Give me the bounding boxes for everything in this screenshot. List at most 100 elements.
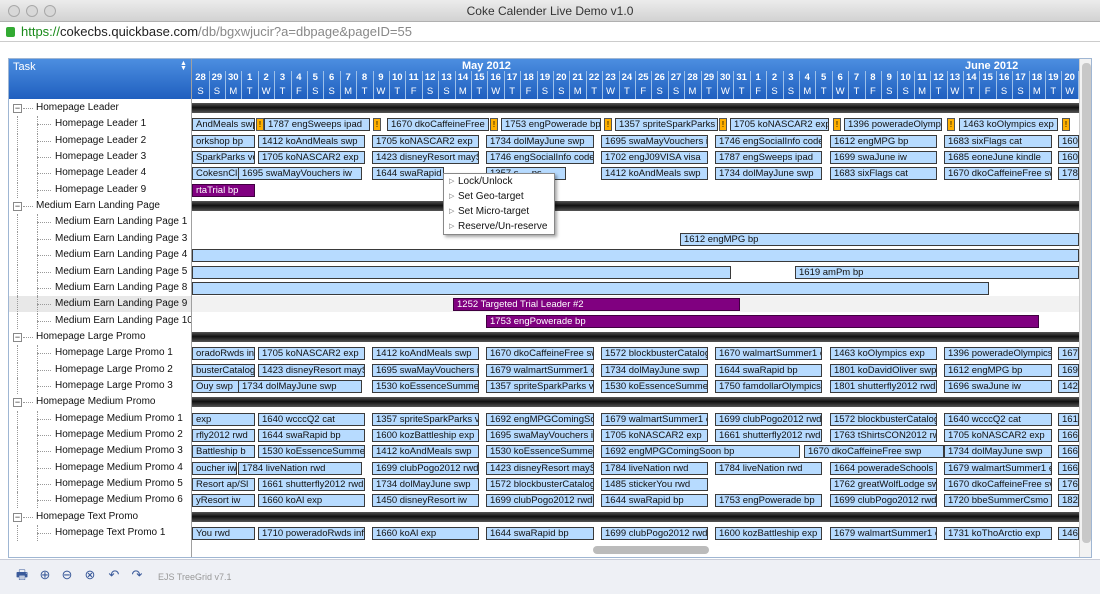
campaign-bar[interactable]: 1695 swaMayVouchers iw [372, 363, 479, 377]
task-row[interactable]: Homepage Medium Promo 6 [9, 492, 191, 509]
undo-icon[interactable]: ↶ [106, 567, 122, 583]
campaign-bar[interactable]: 1450 disneyResort iw [372, 494, 479, 508]
campaign-bar[interactable]: 1423 disneyResort mayS [372, 151, 479, 165]
campaign-bar[interactable]: 1695 [1058, 363, 1079, 377]
campaign-bar[interactable]: 1463 koOlympics exp [959, 118, 1058, 132]
task-row[interactable]: Medium Earn Landing Page 4 [9, 247, 191, 264]
campaign-bar[interactable]: 1663 [1058, 429, 1079, 442]
campaign-bar[interactable]: 1683 sixFlags cat [830, 167, 937, 181]
task-row[interactable]: Homepage Medium Promo 4 [9, 459, 191, 476]
campaign-bar[interactable]: 1763 tShirtsCON2012 rwd [830, 429, 937, 442]
campaign-bar[interactable] [192, 249, 1079, 263]
campaign-bar[interactable]: 1750 famdollarOlympics sv [715, 379, 822, 393]
campaign-bar[interactable]: 1734 dolMayJune swp [486, 134, 594, 148]
task-group-row[interactable]: − Homepage Leader [9, 100, 191, 116]
collapse-icon[interactable]: − [13, 104, 22, 113]
task-row[interactable]: Homepage Medium Promo 1 [9, 410, 191, 427]
task-row[interactable]: Homepage Text Promo 1 [9, 525, 191, 542]
campaign-bar[interactable]: 1705 koNASCAR2 exp [258, 347, 365, 361]
campaign-bar[interactable]: 1685 eoneJune kindle [944, 151, 1052, 165]
task-row[interactable]: Homepage Large Promo 1 [9, 345, 191, 362]
campaign-bar[interactable]: 1699 clubPogo2012 rwd [830, 494, 937, 508]
campaign-bar[interactable]: 1661 shutterfly2012 rwd [715, 429, 822, 442]
task-row[interactable]: Medium Earn Landing Page 5 [9, 263, 191, 280]
campaign-bar[interactable]: oucher iw [192, 461, 237, 475]
campaign-bar[interactable]: 1784 liveNation rwd [238, 461, 362, 475]
campaign-bar[interactable]: 1664 poweradeSchools s [830, 461, 937, 475]
lock-marker-icon[interactable]: ! [373, 118, 381, 132]
task-row[interactable]: Medium Earn Landing Page 10 [9, 312, 191, 329]
campaign-bar[interactable]: You rwd [192, 527, 255, 541]
campaign-bar[interactable]: SparkParks vc [192, 151, 255, 165]
collapse-icon[interactable]: − [13, 512, 22, 522]
campaign-bar[interactable]: 1396 poweradeOlymp [844, 118, 942, 132]
campaign-bar[interactable]: 1734 dolMayJune swp [715, 167, 822, 181]
campaign-bar[interactable]: busterCatalog [192, 363, 255, 377]
campaign-bar[interactable]: 1753 engPowerade bp [715, 494, 822, 508]
collapse-icon[interactable]: − [13, 398, 22, 408]
campaign-bar[interactable]: 1753 engPowerade bp [486, 314, 1039, 328]
campaign-bar[interactable]: 1705 koNASCAR2 exp [601, 429, 708, 442]
campaign-bar[interactable]: 1424 [1058, 379, 1079, 393]
campaign-bar[interactable]: 1699 clubPogo2012 rwd [486, 494, 594, 508]
print-icon[interactable]: 🖶 [14, 567, 30, 583]
task-row[interactable]: Homepage Leader 4 [9, 165, 191, 182]
campaign-bar[interactable]: 1423 disneyResort mayS [486, 461, 594, 475]
campaign-bar[interactable]: 1734 dolMayJune swp [944, 445, 1052, 459]
campaign-bar[interactable]: 1670 walmartSummer1 cl [715, 347, 822, 361]
task-row[interactable]: Homepage Leader 9 [9, 181, 191, 198]
campaign-bar[interactable]: 1640 wcccQ2 cat [944, 412, 1052, 426]
campaign-bar[interactable]: 1612 engMPG bp [944, 363, 1052, 377]
lock-marker-icon[interactable]: ! [490, 118, 498, 132]
campaign-bar[interactable]: 1695 swaMayVouchers iw [601, 134, 708, 148]
task-row[interactable]: Homepage Leader 3 [9, 149, 191, 166]
campaign-bar[interactable]: 1692 engMPGComingSo [486, 412, 594, 426]
campaign-bar[interactable]: orkshop bp [192, 134, 255, 148]
campaign-bar[interactable]: 1683 sixFlags cat [944, 134, 1052, 148]
campaign-bar[interactable]: Resort ap/Sl [192, 478, 255, 492]
campaign-bar[interactable]: 1412 koAndMeals swp [601, 167, 708, 181]
campaign-bar[interactable]: 1784 liveNation rwd [715, 461, 822, 475]
campaign-bar[interactable]: 1463 koOlympics exp [830, 347, 937, 361]
campaign-bar[interactable]: 1670 dkoCaffeineFree sw [944, 167, 1052, 181]
campaign-bar[interactable]: 1679 walmartSummer1 cl [486, 363, 594, 377]
lock-marker-icon[interactable]: ! [719, 118, 727, 132]
campaign-bar[interactable]: 1530 koEssenceSummer [601, 379, 708, 393]
campaign-bar[interactable]: 1670 dkoCaffeineFree sw [486, 347, 594, 361]
task-row[interactable]: Homepage Medium Promo 2 [9, 427, 191, 443]
campaign-bar[interactable]: 1679 walmartSummer1 el [830, 527, 937, 541]
vertical-scrollbar-thumb[interactable] [1082, 63, 1091, 543]
campaign-bar[interactable]: 1530 koEssenceSummer [486, 445, 594, 459]
campaign-bar[interactable]: 1644 swaRapid bp [258, 429, 365, 442]
campaign-bar[interactable]: 1644 swaRapid bp [372, 167, 444, 181]
campaign-bar[interactable]: 1705 koNASCAR2 exp [944, 429, 1052, 442]
task-group-row[interactable]: − Homepage Medium Promo [9, 394, 191, 410]
campaign-bar[interactable]: 1640 wcccQ2 cat [258, 412, 365, 426]
campaign-bar[interactable]: 1801 koDavidOliver swp [830, 363, 937, 377]
horizontal-scrollbar-thumb[interactable] [593, 546, 709, 554]
task-row[interactable]: Homepage Large Promo 2 [9, 361, 191, 378]
context-menu-item[interactable]: ▷ Set Geo-target [444, 190, 554, 204]
campaign-bar[interactable]: 1699 clubPogo2012 rwd [715, 412, 822, 426]
task-row[interactable]: Homepage Leader 1 [9, 116, 191, 133]
campaign-bar[interactable]: 1601 t [1058, 134, 1079, 148]
task-row[interactable]: Homepage Medium Promo 5 [9, 476, 191, 493]
campaign-bar[interactable]: 1699 swaJune iw [830, 151, 937, 165]
redo-icon[interactable]: ↷ [129, 567, 145, 583]
campaign-bar[interactable]: 1664 [1058, 461, 1079, 475]
lock-marker-icon[interactable]: ! [947, 118, 955, 132]
campaign-bar[interactable]: 1612 [1058, 412, 1079, 426]
campaign-bar[interactable]: 1695 swaMayVouchers iv [486, 429, 594, 442]
campaign-bar[interactable]: 1699 clubPogo2012 rwd [372, 461, 479, 475]
campaign-bar[interactable]: 1764 [1058, 478, 1079, 492]
campaign-bar[interactable]: yResort iw [192, 494, 255, 508]
task-row[interactable]: Homepage Leader 2 [9, 132, 191, 149]
campaign-bar[interactable]: 1357 spriteSparkParks [615, 118, 718, 132]
campaign-bar[interactable]: 1357 spriteSparkParks vc [486, 379, 594, 393]
campaign-bar[interactable]: 1644 swaRapid bp [715, 363, 822, 377]
campaign-bar[interactable]: 1679 walmartSummer1 el [601, 412, 708, 426]
campaign-bar[interactable] [192, 281, 989, 295]
campaign-bar[interactable]: exp [192, 412, 255, 426]
campaign-bar[interactable]: 1644 swaRapid bp [486, 527, 594, 541]
sort-icon[interactable]: ▲ ▼ [180, 60, 188, 72]
